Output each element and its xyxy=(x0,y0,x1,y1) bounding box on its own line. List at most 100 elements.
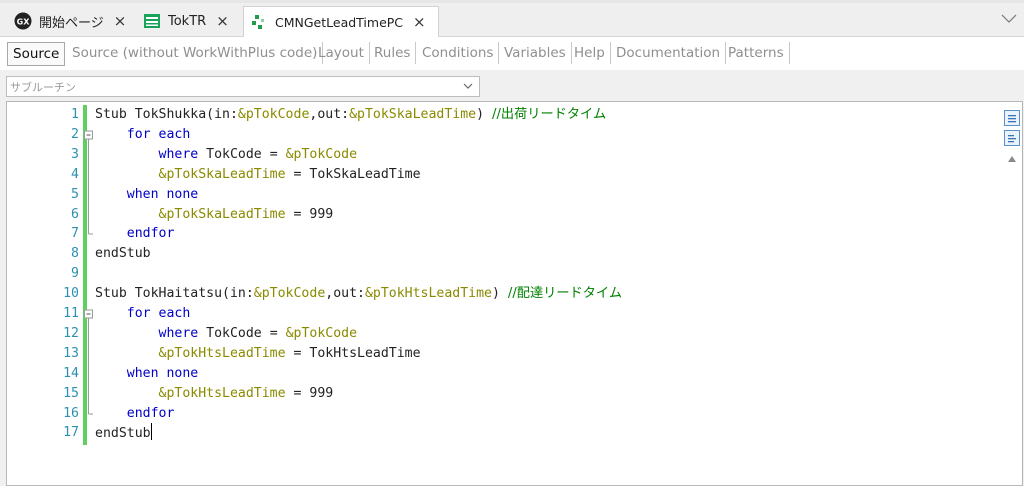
code-text: endfor xyxy=(95,224,175,244)
fold-toggle-icon[interactable] xyxy=(84,304,93,324)
line-number: 11 xyxy=(63,306,79,321)
keyword: when none xyxy=(126,365,199,381)
keyword: for each xyxy=(126,306,191,321)
fold-guide xyxy=(88,204,89,225)
variable: &pTokCode xyxy=(237,107,310,122)
tab-conditions[interactable]: Conditions xyxy=(417,42,500,64)
code-text: endStub xyxy=(95,423,152,444)
tab-source-without-wwp[interactable]: Source (without WorkWithPlus code) xyxy=(67,42,324,64)
line-number: 8 xyxy=(71,246,79,262)
code-line[interactable]: 16 endfor xyxy=(7,403,1007,424)
variable: &pTokCode xyxy=(285,325,358,341)
line-number: 15 xyxy=(63,385,79,401)
navigate-toggle-icon[interactable] xyxy=(1004,130,1020,146)
code-line[interactable]: 17 endStub xyxy=(7,423,1007,443)
tab-start-page[interactable]: GX 開始ページ × xyxy=(8,6,135,36)
code-text: Stub TokShukka(in:&pTokCode,out:&pTokSka… xyxy=(95,107,607,122)
scroll-up-icon[interactable] xyxy=(1007,155,1017,163)
code-line[interactable]: 10 Stub TokHaitatsu(in:&pTokCode,out:&pTo… xyxy=(7,284,1007,304)
code-line[interactable]: 12 where TokCode = &pTokCode xyxy=(7,323,1007,344)
code-line[interactable]: 15 &pTokHtsLeadTime = 999 xyxy=(7,383,1007,404)
code-line[interactable]: 14 when none xyxy=(7,363,1007,384)
subroutine-placeholder: サブルーチン xyxy=(10,81,76,94)
keyword: endfor xyxy=(126,226,175,242)
tab-source[interactable]: Source xyxy=(7,42,66,66)
variable: &pTokHtsLeadTime xyxy=(364,286,493,302)
code-line[interactable]: 13 &pTokHtsLeadTime = TokHtsLeadTime xyxy=(7,343,1007,364)
subroutine-dropdown[interactable]: サブルーチン xyxy=(6,76,480,97)
tab-layout[interactable]: Layout xyxy=(313,42,370,64)
keyword: where xyxy=(158,325,199,341)
fold-guide xyxy=(88,323,89,344)
variable: &pTokCode xyxy=(253,286,326,302)
close-icon[interactable]: × xyxy=(413,13,426,31)
tab-label: TokTR xyxy=(168,13,207,29)
line-number: 5 xyxy=(71,186,79,202)
code-text: when none xyxy=(95,185,198,205)
line-number: 13 xyxy=(63,345,79,361)
svg-text:GX: GX xyxy=(17,18,31,27)
code-line[interactable]: 7 endfor xyxy=(7,224,1007,244)
tab-patterns[interactable]: Patterns xyxy=(723,42,790,64)
line-number: 17 xyxy=(63,425,79,441)
line-number: 12 xyxy=(63,325,79,341)
tab-cmngetleadtimepc[interactable]: CMNGetLeadTimePC × xyxy=(243,6,439,37)
variable: &pTokHtsLeadTime xyxy=(158,345,286,361)
code-line[interactable]: 5 when none xyxy=(7,184,1007,205)
code-text: when none xyxy=(95,364,198,384)
code-line[interactable]: 8 endStub xyxy=(7,244,1007,264)
editor-subtab-bar: Source Source (without WorkWithPlus code… xyxy=(0,37,1024,70)
fold-guide xyxy=(88,343,89,364)
fold-guide xyxy=(88,184,89,205)
tab-help[interactable]: Help xyxy=(569,42,611,64)
code-text: for each xyxy=(95,304,191,324)
outline-toggle-icon[interactable] xyxy=(1004,110,1020,126)
code-text: endfor xyxy=(95,404,175,424)
code-text: &pTokSkaLeadTime = 999 xyxy=(158,206,334,222)
variable: &pTokCode xyxy=(285,146,358,162)
code-line[interactable]: 6 &pTokSkaLeadTime = 999 xyxy=(7,204,1007,225)
variable: &pTokSkaLeadTime xyxy=(158,206,286,222)
comment: //出荷リードタイム xyxy=(492,107,607,122)
code-line[interactable]: 4 &pTokSkaLeadTime = TokSkaLeadTime xyxy=(7,164,1007,185)
fold-guide xyxy=(88,224,93,235)
line-number: 9 xyxy=(71,266,79,282)
line-number: 16 xyxy=(63,405,79,421)
procedure-icon xyxy=(250,13,268,31)
text-caret xyxy=(150,423,152,441)
code-text: endStub xyxy=(95,246,151,262)
code-line[interactable]: 2 for each xyxy=(7,125,1007,145)
line-number: 6 xyxy=(71,206,79,222)
code-line[interactable]: 3 where TokCode = &pTokCode xyxy=(7,144,1007,165)
chevron-down-icon[interactable] xyxy=(1000,10,1018,26)
top-border xyxy=(0,0,1024,3)
code-editor[interactable]: 1 Stub TokShukka(in:&pTokCode,out:&pTokSk… xyxy=(6,101,1023,486)
fold-toggle-icon[interactable] xyxy=(84,125,93,145)
code-text: where TokCode = &pTokCode xyxy=(158,325,358,341)
close-icon[interactable]: × xyxy=(216,12,229,30)
code-text: &pTokHtsLeadTime = 999 xyxy=(158,385,334,401)
keyword: when none xyxy=(126,186,199,202)
keyword: where xyxy=(158,146,199,162)
variable: &pTokSkaLeadTime xyxy=(349,107,477,122)
transaction-icon xyxy=(143,12,161,30)
fold-guide xyxy=(88,144,89,165)
variable: &pTokSkaLeadTime xyxy=(158,166,286,182)
line-number: 14 xyxy=(63,365,79,381)
chevron-down-icon xyxy=(463,83,473,89)
tab-rules[interactable]: Rules xyxy=(369,42,417,64)
tab-variables[interactable]: Variables xyxy=(499,42,572,64)
line-number: 7 xyxy=(71,226,79,242)
line-number: 10 xyxy=(63,286,79,302)
code-line[interactable]: 1 Stub TokShukka(in:&pTokCode,out:&pTokSk… xyxy=(7,105,1007,125)
code-line[interactable]: 9 xyxy=(7,264,1007,284)
fold-guide xyxy=(88,164,89,185)
comment: //配達リードタイム xyxy=(507,286,623,302)
code-line[interactable]: 11 for each xyxy=(7,304,1007,324)
tab-toktr[interactable]: TokTR × xyxy=(137,6,239,36)
line-number: 2 xyxy=(71,126,79,142)
line-number: 1 xyxy=(71,107,79,122)
fold-guide xyxy=(88,383,89,404)
tab-documentation[interactable]: Documentation xyxy=(611,42,727,64)
close-icon[interactable]: × xyxy=(114,12,127,30)
